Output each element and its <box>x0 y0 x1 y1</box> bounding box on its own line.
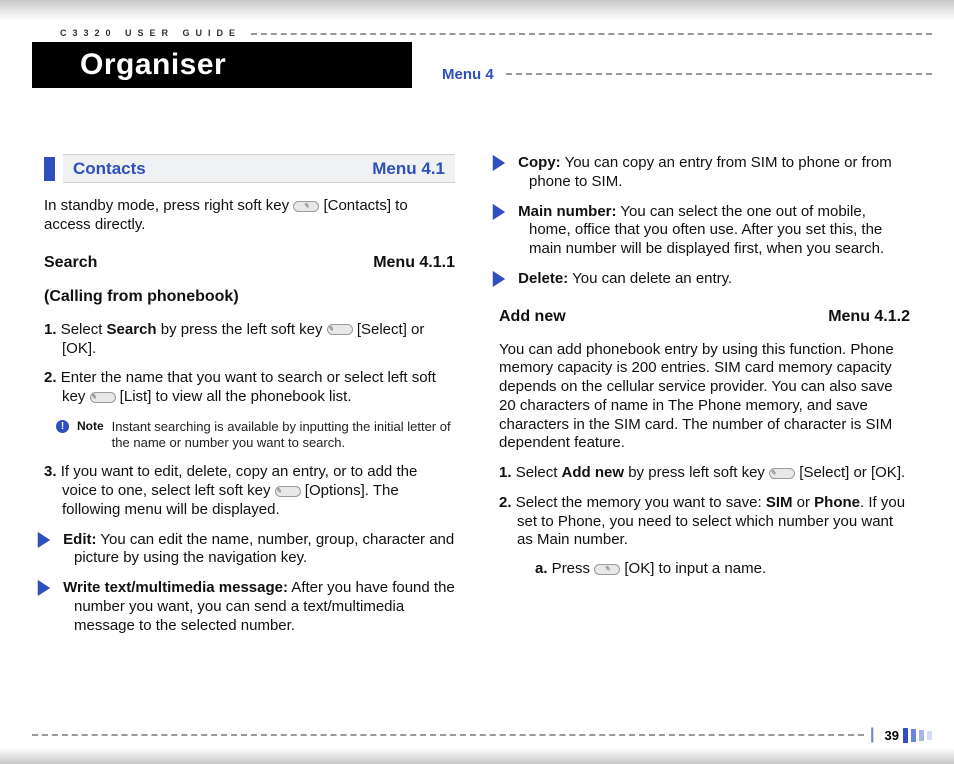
header-rule <box>251 33 932 35</box>
section-menu: Menu 4.1 <box>372 158 445 179</box>
softkey-icon: ✎ <box>293 201 319 212</box>
title-rule <box>506 73 932 75</box>
option-item: ▶ Main number: You can select the one ou… <box>499 203 910 259</box>
softkey-icon: ✎ <box>769 468 795 479</box>
top-gradient <box>0 0 954 20</box>
option-item: ▶ Delete: You can delete an entry. <box>499 270 910 289</box>
section-name: Contacts <box>73 158 146 179</box>
title-bar: Organiser <box>32 42 412 88</box>
footer: | 39 <box>32 726 932 744</box>
section-intro: In standby mode, press right soft key ✎ … <box>44 197 455 235</box>
menu-label: Menu 4 <box>442 66 494 83</box>
softkey-icon: ✎ <box>90 392 116 403</box>
page-number: 39 <box>885 728 899 743</box>
sub-title: Add new <box>499 307 566 327</box>
info-icon: ! <box>56 420 69 433</box>
product-label: C3320 USER GUIDE <box>60 28 241 38</box>
title-bar-wrap: Organiser Menu 4 <box>32 42 932 88</box>
section-header: Contacts Menu 4.1 <box>44 154 455 183</box>
note-row: ! Note Instant searching is available by… <box>44 419 455 452</box>
sub-menu: Menu 4.1.2 <box>828 307 910 327</box>
addnew-intro: You can add phonebook entry by using thi… <box>499 341 910 454</box>
list-item: 2. Select the memory you want to save: S… <box>499 494 910 579</box>
left-column: Contacts Menu 4.1 In standby mode, press… <box>44 154 455 704</box>
list-item: 3. If you want to edit, delete, copy an … <box>44 463 455 519</box>
page-title: Organiser <box>80 48 226 82</box>
right-column: ▶ Copy: You can copy an entry from SIM t… <box>499 154 910 704</box>
note-text: Instant searching is available by inputt… <box>112 419 455 452</box>
footer-separator: | <box>870 726 874 744</box>
sub-subtitle: (Calling from phonebook) <box>44 287 455 307</box>
option-item: ▶ Write text/multimedia message: After y… <box>44 579 455 635</box>
search-steps: 1. Select Search by press the left soft … <box>44 321 455 407</box>
list-item: 2. Enter the name that you want to searc… <box>44 369 455 407</box>
sub-menu: Menu 4.1.1 <box>373 253 455 273</box>
sub-title: Search <box>44 253 97 273</box>
sub-step: a. Press ✎ [OK] to input a name. <box>517 560 910 579</box>
subsection-header-addnew: Add new Menu 4.1.2 <box>499 307 910 327</box>
addnew-steps: 1. Select Add new by press left soft key… <box>499 464 910 579</box>
note-label: Note <box>77 419 104 452</box>
content-columns: Contacts Menu 4.1 In standby mode, press… <box>44 154 910 704</box>
footer-bars-icon <box>903 728 932 743</box>
section-marker <box>44 157 55 181</box>
subsection-header-search: Search Menu 4.1.1 <box>44 253 455 273</box>
option-item: ▶ Edit: You can edit the name, number, g… <box>44 531 455 569</box>
softkey-icon: ✎ <box>327 324 353 335</box>
footer-rule <box>32 734 864 736</box>
softkey-icon: ✎ <box>275 486 301 497</box>
option-item: ▶ Copy: You can copy an entry from SIM t… <box>499 154 910 192</box>
bottom-gradient <box>0 748 954 764</box>
softkey-icon: ✎ <box>594 564 620 575</box>
search-steps-cont: 3. If you want to edit, delete, copy an … <box>44 463 455 519</box>
section-title-bar: Contacts Menu 4.1 <box>63 154 455 183</box>
list-item: 1. Select Search by press the left soft … <box>44 321 455 359</box>
list-item: 1. Select Add new by press left soft key… <box>499 464 910 483</box>
header-row: C3320 USER GUIDE <box>32 28 932 38</box>
